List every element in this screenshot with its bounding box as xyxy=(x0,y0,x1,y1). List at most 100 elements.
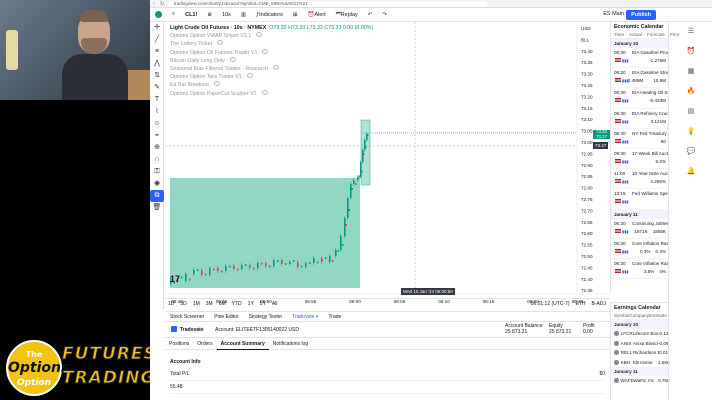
calendar-event[interactable]: 06:30NY Fed Treasury Purchases▮▮▮80 xyxy=(611,129,669,149)
tab-tradovate[interactable]: Tradovate ▾ xyxy=(287,314,323,320)
subtab-notifications-log[interactable]: Notifications log xyxy=(269,338,312,350)
calendar-event[interactable]: 11:0010-Year Note Auction▮▮▮4.296% xyxy=(611,169,669,190)
reload-icon[interactable]: ↻ xyxy=(160,1,164,7)
indicator-row[interactable]: Options Option PaperCut Scalper V1 xyxy=(170,89,373,98)
visibility-icon[interactable] xyxy=(261,89,268,95)
calendar-event[interactable]: 06:30EIA Gasoline Production▮▮▮-1.275M xyxy=(611,48,669,69)
tab-strategy-tester[interactable]: Strategy Tester xyxy=(244,314,288,320)
lock-icon[interactable]: ⚿ xyxy=(150,166,164,178)
layout-selector[interactable]: ES Main xyxy=(603,11,624,17)
indicator-row[interactable]: Ed Bar Breakout xyxy=(170,81,373,89)
undo-icon[interactable]: ↶ xyxy=(363,8,378,22)
earnings-row[interactable]: KBH KB Home 1.696 xyxy=(611,358,670,368)
calendar-event[interactable]: 13:15 Fed Williams Speech▮▮▮ xyxy=(611,189,669,210)
trendline-icon[interactable]: ╱ xyxy=(150,34,164,46)
visibility-icon[interactable] xyxy=(213,81,220,87)
alert-button[interactable]: ⏰ Alert xyxy=(303,8,331,22)
compare-add-icon[interactable]: ⊕ xyxy=(202,8,217,22)
account-selector[interactable]: Account: ELITEETF1305140022 USD xyxy=(215,327,299,333)
avatar[interactable] xyxy=(150,8,167,22)
sync-drawings-icon[interactable]: ⧉ xyxy=(150,190,164,202)
calendar-event[interactable]: 06:30EIA Heating Oil Stocks Change▮▮▮-0.… xyxy=(611,88,669,109)
hotlist-icon[interactable]: 🔥 xyxy=(669,82,712,102)
earnings-row[interactable]: LFCRLifecore Biomedical-0.13 xyxy=(611,329,669,339)
visibility-icon[interactable] xyxy=(256,32,263,38)
tab-trade[interactable]: Trade xyxy=(323,314,346,320)
alerts-icon[interactable]: ⏰ xyxy=(669,42,712,62)
brush-icon[interactable]: ✎ xyxy=(150,82,164,94)
visibility-icon[interactable] xyxy=(262,48,269,54)
indicator-row[interactable]: Bitcoin Daily Long Only xyxy=(170,56,373,65)
range-button-all[interactable]: All xyxy=(269,301,281,307)
hide-drawings-icon[interactable]: ◉ xyxy=(150,178,164,190)
range-button-1d[interactable]: 1D xyxy=(165,301,177,307)
back-icon[interactable]: ‹ xyxy=(153,1,155,7)
candle-body xyxy=(285,263,287,265)
calendar-event[interactable]: 06:30Core Inflation Rate MoM▮▮▮0.3%0.3% xyxy=(611,239,669,259)
range-button-5d[interactable]: 5D xyxy=(177,301,189,307)
eth-toggle[interactable]: ETH xyxy=(576,301,586,307)
indicator-row[interactable]: Options Option Tera Trader V1 xyxy=(170,73,373,81)
subtab-positions[interactable]: Positions xyxy=(165,338,193,350)
calendar-event[interactable]: 06:30EIA Refinery Crude Runs▮▮▮0.121M xyxy=(611,109,669,129)
templates-icon[interactable]: ⊞ xyxy=(288,8,303,22)
range-button-1m[interactable]: 1M xyxy=(190,301,203,307)
earnings-row[interactable]: ANIXAnixa Biosciences-0.09 xyxy=(611,339,669,349)
indicator-row[interactable]: Seasonal Bias Filtered Trades - Research xyxy=(170,65,373,73)
chart-type-icon[interactable]: ▥ xyxy=(236,8,251,22)
ruler-icon[interactable]: ⌖ xyxy=(150,130,164,142)
indicator-row[interactable]: The Lottery Ticket xyxy=(170,40,373,48)
visibility-icon[interactable] xyxy=(229,56,236,62)
indicators-button[interactable]: ƒ Indicators xyxy=(251,8,288,22)
watchlist-icon[interactable]: ☰ xyxy=(669,22,712,42)
tab-pine-editor[interactable]: Pine Editor xyxy=(209,314,243,320)
search-icon[interactable]: ⌕ xyxy=(167,8,180,22)
calendar-event[interactable]: 06:30EIA Gasoline Stocks Change▮▮▮2.489M… xyxy=(611,68,669,89)
chat-icon[interactable]: 💬 xyxy=(669,142,712,162)
address-bar[interactable]: tradingview.com/chart/y1sbzaoo/?symbol=C… xyxy=(168,1,488,7)
trash-icon[interactable]: 🗑 xyxy=(150,202,164,214)
calendar-event[interactable]: 09:3017-Week Bill Auction▮▮▮5.2% xyxy=(611,149,669,170)
pattern-icon[interactable]: ⋀ xyxy=(150,58,164,70)
magnet-icon[interactable]: ∩ xyxy=(150,154,164,166)
notifications-icon[interactable]: 🔔 xyxy=(669,162,712,182)
ideas-icon[interactable]: 💡 xyxy=(669,122,712,142)
tradingview-logo[interactable]: 17 xyxy=(170,274,180,284)
emoji-icon[interactable]: ☺ xyxy=(150,118,164,130)
data-window-icon[interactable]: ▦ xyxy=(669,62,712,82)
range-button-ytd[interactable]: YTD xyxy=(229,301,245,307)
range-button-1y[interactable]: 1Y xyxy=(245,301,257,307)
visibility-icon[interactable] xyxy=(246,73,253,79)
redo-icon[interactable]: ↷ xyxy=(377,8,392,22)
indicator-row[interactable]: Options Option VWAP Sniper V1.1 xyxy=(170,32,373,40)
earnings-rows: LFCRLifecore Biomedical-0.13ANIXAnixa Bi… xyxy=(611,329,670,368)
calendar-event[interactable]: 06:30Continuing Jobless Claims▮▮▮1871K18… xyxy=(611,219,669,239)
replay-button[interactable]: ⏮ Replay xyxy=(331,8,363,22)
crosshair-icon[interactable]: ✛ xyxy=(150,22,164,34)
earnings-symbol: WAFD xyxy=(620,378,634,384)
range-button-6m[interactable]: 6M xyxy=(216,301,229,307)
badj-toggle[interactable]: B-ADJ xyxy=(592,301,606,307)
earnings-row[interactable]: RELLRichardson Electronics0.01 xyxy=(611,348,668,358)
text-icon[interactable]: T xyxy=(150,94,164,106)
range-button-5y[interactable]: 5Y xyxy=(257,301,269,307)
visibility-icon[interactable] xyxy=(273,65,280,71)
interval-button[interactable]: 10s xyxy=(217,8,236,22)
range-button-3m[interactable]: 3M xyxy=(203,301,216,307)
pattern-tool-icon[interactable]: ⌇ xyxy=(150,106,164,118)
calendar-icon[interactable]: ▤ xyxy=(669,102,712,122)
subtab-account-summary[interactable]: Account Summary xyxy=(216,338,269,350)
prediction-icon[interactable]: ⇅ xyxy=(150,70,164,82)
earnings-row[interactable]: WAFD WaFd, Inc 0.768 xyxy=(611,376,670,386)
indicator-row[interactable]: Options Option Oil Futures Trader V1 xyxy=(170,48,373,57)
symbol-search-button[interactable]: CL1! xyxy=(180,8,202,22)
tab-stock-screener[interactable]: Stock Screener xyxy=(165,314,209,320)
subtab-orders[interactable]: Orders xyxy=(193,338,216,350)
price-chart[interactable]: USD BLL 73.40 73.35 73.30 73.25 73.20 73.15 73.1… xyxy=(165,22,610,309)
fib-icon[interactable]: ≡ xyxy=(150,46,164,58)
zoom-icon[interactable]: ⊕ xyxy=(150,142,164,154)
calendar-event[interactable]: 06:30Core Inflation Rate YoY▮▮▮3.8%4% xyxy=(611,259,669,280)
balance-value: 25 873.21 xyxy=(505,328,528,335)
publish-button[interactable]: Publish xyxy=(626,10,656,20)
visibility-icon[interactable] xyxy=(217,40,224,46)
